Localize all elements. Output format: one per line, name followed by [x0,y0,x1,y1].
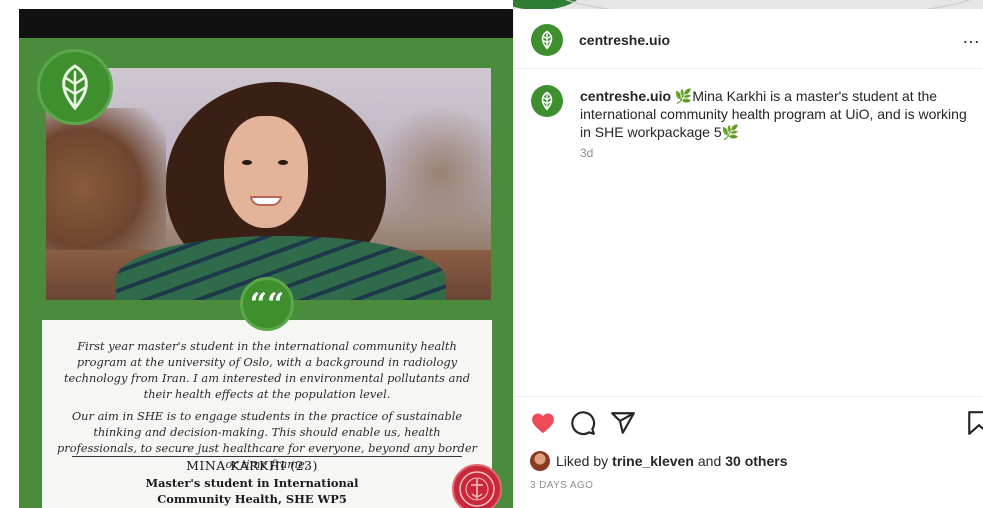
post-caption: centreshe.uio 🌿Mina Karkhi is a master's… [580,87,972,141]
likes-summary: Liked by trine_kleven and 30 others [530,451,787,471]
likes-prefix: Liked by [556,453,609,469]
photo-eye-right [278,160,288,165]
comment-icon[interactable] [570,410,596,436]
portrait-photo [46,68,491,300]
person-name: MINA KARKHI (23) [186,458,318,473]
backdrop-top[interactable] [19,0,513,9]
caption-timestamp[interactable]: 3d [580,146,593,160]
leaf-logo-icon [37,49,113,125]
quote-badge-icon: ““ [240,277,294,331]
header-username-link[interactable]: centreshe.uio [579,32,670,48]
caption-avatar[interactable] [531,85,563,117]
post-media[interactable]: First year master's student in the inter… [19,9,513,508]
likes-middle: and [697,453,722,469]
post-date[interactable]: 3 DAYS AGO [530,480,593,491]
photo-eye-left [242,160,252,165]
likes-others-link[interactable]: 30 others [725,453,787,469]
caption-username-link[interactable]: centreshe.uio [580,88,671,104]
leaf-emoji-icon: 🌿 [674,88,693,104]
more-icon[interactable]: … [962,27,981,48]
backdrop-top-right[interactable] [513,0,983,9]
photo-smile [250,196,282,206]
leaf-emoji-icon: 🌿 [721,124,740,140]
heart-icon[interactable] [530,410,556,436]
post-header: centreshe.uio … [514,9,983,69]
quote-paragraph-1: First year master's student in the inter… [63,339,471,401]
photo-face [224,116,308,228]
person-role-line-2: Community Health, SHE WP5 [157,492,347,506]
avatar[interactable] [531,24,563,56]
media-top-bar [19,9,513,38]
person-role-line-1: Master's student in International [145,476,359,490]
post-details-panel: centreshe.uio … centreshe.uio 🌿Mina Kark… [513,9,983,508]
post-actions: Liked by trine_kleven and 30 others 3 DA… [514,396,983,508]
backdrop[interactable] [0,0,19,508]
quote-card: First year master's student in the inter… [42,320,502,508]
save-icon[interactable] [966,410,983,436]
photo-tree-right [381,98,491,248]
uio-seal-icon [452,464,502,508]
backdrop-decoration-ring [553,0,983,9]
liker-avatar[interactable] [530,451,550,471]
share-icon[interactable] [610,410,636,436]
card-divider [72,456,462,457]
liker-username-link[interactable]: trine_kleven [612,453,694,469]
